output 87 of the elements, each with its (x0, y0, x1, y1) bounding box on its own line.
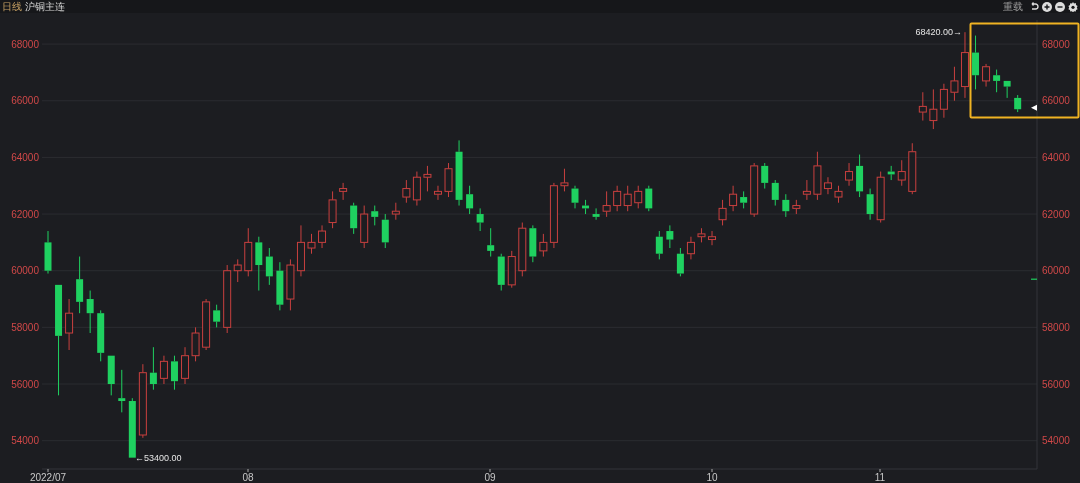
x-tick-mark (47, 468, 49, 473)
price-tick-mark (1030, 278, 1038, 280)
candlestick (592, 207, 600, 221)
y-axis-label: 68000 (1042, 38, 1070, 50)
candlestick (782, 193, 790, 218)
candlestick (823, 176, 832, 195)
y-axis-label: 64000 (11, 151, 39, 163)
candlestick (65, 298, 74, 351)
candlestick (86, 290, 94, 334)
candlestick (149, 346, 157, 391)
x-axis-label: 2022/07 (29, 472, 67, 483)
candlestick (549, 182, 558, 249)
candlestick (181, 346, 190, 385)
y-axis-label: 58000 (1042, 321, 1070, 333)
period-label[interactable]: 日线 (2, 1, 22, 12)
candlestick (918, 91, 927, 122)
reload-button[interactable]: 重载 (1003, 1, 1023, 12)
candlestick (276, 261, 284, 311)
candlestick (296, 224, 305, 277)
candlestick (1014, 94, 1022, 113)
candlestick (118, 369, 126, 413)
candlestick (487, 227, 495, 258)
x-tick-mark (711, 468, 713, 473)
candlestick (138, 363, 147, 439)
zoom-in-icon[interactable] (1042, 1, 1052, 12)
candlestick (929, 88, 938, 130)
y-axis-label: 54000 (1042, 435, 1070, 447)
candlestick (666, 224, 674, 249)
candlestick (455, 139, 463, 207)
candlestick (433, 185, 442, 201)
y-axis-label: 56000 (11, 378, 39, 390)
candlestick (645, 185, 653, 212)
candlestick (939, 83, 948, 119)
candlestick (982, 63, 991, 88)
symbol-label: 沪铜主连 (25, 1, 65, 12)
candlestick (97, 309, 105, 362)
x-axis-label: 10 (706, 472, 718, 483)
y-axis-label: 62000 (1042, 208, 1070, 220)
y-axis-label: 68000 (11, 38, 39, 50)
undo-icon[interactable] (1029, 1, 1039, 12)
settings-icon[interactable] (1068, 1, 1078, 12)
y-axis-label: 64000 (1042, 151, 1070, 163)
y-axis-label: 66000 (1042, 95, 1070, 107)
x-tick-mark (247, 468, 249, 473)
last-price-marker (1031, 104, 1037, 111)
candlestick (686, 236, 695, 260)
candlestick (950, 66, 959, 102)
zoom-out-icon[interactable] (1055, 1, 1065, 12)
candlestick (159, 355, 168, 385)
low-price-label: ←53400.00 (135, 452, 182, 463)
candlestick (476, 207, 484, 232)
candlestick (856, 154, 864, 198)
candlestick (960, 31, 969, 99)
candlestick (761, 162, 769, 190)
high-price-label: 68420.00→ (915, 27, 962, 38)
y-axis-label: 60000 (1042, 265, 1070, 277)
candlestick (44, 230, 52, 275)
candlestick (339, 182, 348, 201)
candlestick (802, 179, 811, 201)
y-axis-label: 66000 (11, 95, 39, 107)
candlestick (497, 253, 505, 292)
candlestick (866, 188, 874, 221)
candlestick (350, 202, 358, 235)
y-axis-label: 54000 (11, 435, 39, 447)
y-axis-label: 62000 (11, 208, 39, 220)
candlestick (466, 185, 474, 215)
candlestick (202, 298, 211, 351)
y-axis-label: 58000 (11, 321, 39, 333)
candlestick (265, 247, 273, 286)
candlestick (845, 162, 854, 187)
candlestick (76, 256, 84, 314)
candlestick (972, 35, 980, 90)
candlestick (771, 179, 779, 207)
x-axis-label: 11 (874, 472, 886, 483)
y-axis-label: 56000 (1042, 378, 1070, 390)
candlestick (571, 185, 579, 209)
candlestick (318, 224, 327, 249)
candlestick (381, 213, 389, 249)
candlestick (423, 165, 432, 192)
candlestick (729, 185, 738, 212)
candlestick (708, 230, 717, 246)
x-axis-label: 09 (484, 472, 496, 483)
x-axis-label: 08 (242, 472, 254, 483)
candlestick (412, 171, 421, 207)
y-axis-label: 60000 (11, 265, 39, 277)
x-tick-mark (879, 468, 881, 473)
x-tick-mark (489, 468, 491, 473)
